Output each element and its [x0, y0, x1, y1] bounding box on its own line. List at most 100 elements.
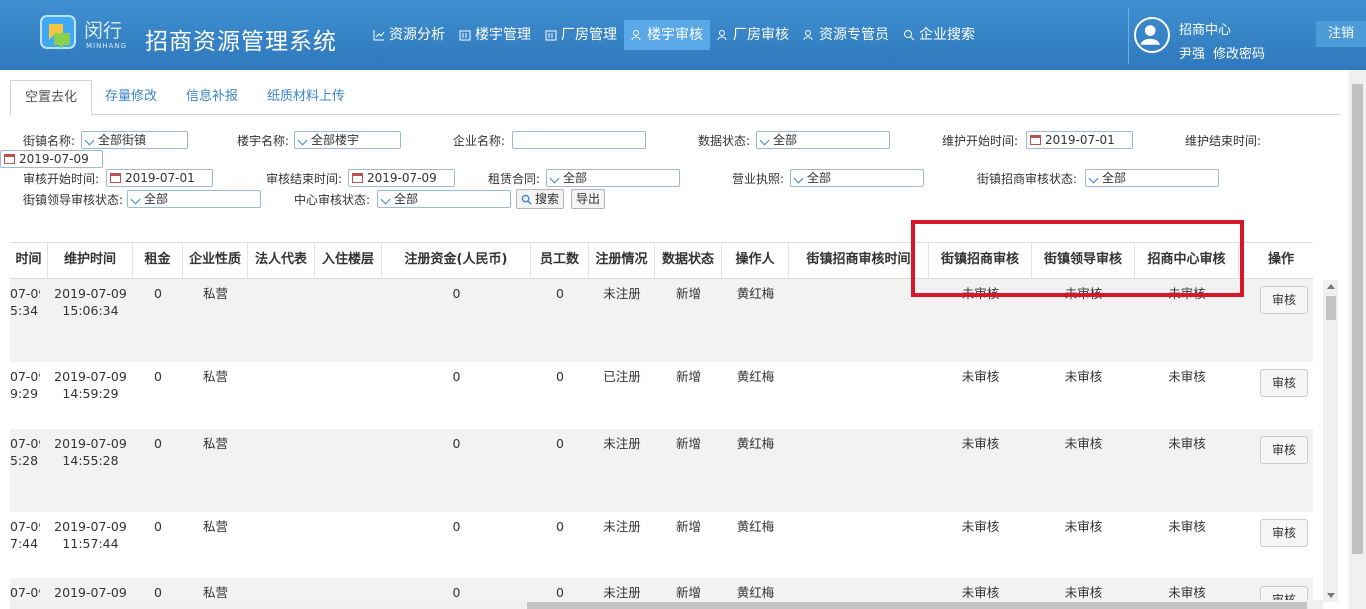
col-registration[interactable]: 注册情况 — [589, 243, 655, 279]
col-data-status[interactable]: 数据状态 — [655, 243, 722, 279]
maint-start-date[interactable]: 2019-07-01 — [1026, 131, 1133, 149]
audit-button[interactable]: 审核 — [1260, 436, 1308, 464]
nav-resource-analysis[interactable]: 资源分析 — [366, 20, 452, 50]
nav-factory-management[interactable]: 厂房管理 — [538, 20, 624, 50]
company-input[interactable] — [512, 131, 646, 149]
nav-building-management[interactable]: 楼宇管理 — [452, 20, 538, 50]
street-invest-audit-select[interactable]: 全部 — [1085, 169, 1219, 187]
data-status-select[interactable]: 全部 — [756, 131, 890, 149]
cell-data-status: 新增 — [675, 585, 701, 600]
nav-building-audit[interactable]: 楼宇审核 — [624, 20, 710, 50]
cell-staff: 0 — [556, 519, 564, 534]
cell-nature: 私营 — [202, 369, 228, 384]
cell-street-leader-audit: 未审核 — [1064, 585, 1103, 600]
cell-data-status: 新增 — [675, 519, 701, 534]
table-row: 07-09 2019-07-09 0 私营 0 0 未注册 新增 黄红梅 未审核… — [10, 578, 1313, 600]
cell-registration: 未注册 — [603, 436, 641, 451]
search-icon — [521, 194, 532, 205]
cell-rent: 0 — [154, 519, 162, 534]
center-audit-label: 中心审核状态: — [294, 193, 371, 207]
company-label: 企业名称: — [453, 134, 506, 148]
cell-street-invest-audit: 未审核 — [961, 436, 1000, 451]
calendar-icon — [1030, 135, 1041, 145]
center-audit-select[interactable]: 全部 — [377, 190, 511, 208]
table-scrollbar-thumb[interactable] — [1326, 296, 1336, 320]
cell-center-audit: 未审核 — [1168, 369, 1206, 384]
col-time[interactable]: 时间 — [10, 243, 48, 279]
col-operator[interactable]: 操作人 — [722, 243, 789, 279]
scroll-down-icon[interactable] — [1327, 593, 1335, 598]
cell-data-status: 新增 — [675, 369, 701, 384]
audit-end-date[interactable]: 2019-07-09 — [348, 169, 455, 187]
audit-button[interactable]: 审核 — [1260, 519, 1308, 547]
audit-end-value: 2019-07-09 — [367, 171, 437, 185]
col-action[interactable]: 操作 — [1239, 243, 1313, 279]
tab-paper-upload[interactable]: 纸质材料上传 — [253, 80, 359, 116]
tab-vacancy[interactable]: 空置去化 — [10, 80, 93, 116]
cell-capital: 0 — [452, 519, 461, 534]
nav-company-search[interactable]: 企业搜索 — [896, 20, 982, 50]
table-row: 07-095:28 2019-07-0914:55:28 0 私营 0 0 未注… — [10, 429, 1313, 512]
col-nature[interactable]: 企业性质 — [183, 243, 248, 279]
export-button[interactable]: 导出 — [571, 189, 606, 209]
nav-label: 资源专管员 — [819, 27, 889, 43]
cell-time: 07-095:34 — [10, 286, 40, 318]
cell-registration: 未注册 — [603, 519, 641, 534]
license-select[interactable]: 全部 — [790, 169, 924, 187]
search-icon — [904, 30, 915, 41]
search-button[interactable]: 搜索 — [516, 189, 565, 209]
col-capital[interactable]: 注册资金(人民币) — [382, 243, 531, 279]
tab-stock-edit[interactable]: 存量修改 — [91, 80, 171, 116]
cell-nature: 私营 — [202, 585, 228, 600]
col-rent[interactable]: 租金 — [133, 243, 183, 279]
table-horizontal-scrollbar[interactable] — [10, 600, 1323, 609]
audit-button[interactable]: 审核 — [1260, 286, 1308, 314]
top-header: 闵行 MINHANG 招商资源管理系统 资源分析 楼宇管理 厂房管理 楼宇审核 … — [0, 0, 1366, 70]
cell-time: 07-09 — [10, 585, 40, 600]
table-vertical-scrollbar[interactable] — [1323, 280, 1338, 602]
col-floor[interactable]: 入住楼层 — [315, 243, 382, 279]
cell-registration: 已注册 — [603, 369, 641, 384]
street-select[interactable]: 全部街镇 — [81, 131, 188, 149]
cell-street-invest-audit: 未审核 — [961, 369, 1000, 384]
nav-resource-manager[interactable]: 资源专管员 — [796, 20, 896, 50]
cell-staff: 0 — [556, 436, 564, 451]
col-maint-time[interactable]: 维护时间 — [48, 243, 133, 279]
cell-maint-time: 2019-07-09 — [54, 585, 127, 600]
nav-factory-audit[interactable]: 厂房审核 — [710, 20, 796, 50]
nav-label: 资源分析 — [389, 27, 445, 43]
factory-icon — [545, 30, 557, 41]
maint-end-date[interactable]: 2019-07-09 — [0, 150, 103, 168]
street-leader-audit-select[interactable]: 全部 — [127, 190, 261, 208]
cell-operator: 黄红梅 — [736, 519, 775, 534]
col-street-invest-time[interactable]: 街镇招商审核时间 — [789, 243, 929, 279]
logout-button[interactable]: 注销 — [1316, 21, 1366, 47]
scroll-up-icon[interactable] — [1327, 284, 1335, 289]
cell-rent: 0 — [154, 585, 162, 600]
cell-data-status: 新增 — [675, 286, 701, 301]
cell-street-leader-audit: 未审核 — [1064, 519, 1103, 534]
cell-nature: 私营 — [202, 519, 228, 534]
audit-button[interactable]: 审核 — [1260, 369, 1308, 397]
cell-center-audit: 未审核 — [1168, 436, 1206, 451]
col-staff[interactable]: 员工数 — [531, 243, 589, 279]
data-status-label: 数据状态: — [698, 134, 751, 148]
audit-button[interactable]: 审核 — [1260, 586, 1308, 600]
nav-label: 厂房管理 — [561, 27, 617, 43]
lease-select[interactable]: 全部 — [546, 169, 680, 187]
audit-start-value: 2019-07-01 — [125, 171, 195, 185]
col-legal-rep[interactable]: 法人代表 — [248, 243, 315, 279]
tab-info-supplement[interactable]: 信息补报 — [172, 80, 252, 116]
building-label: 楼宇名称: — [237, 134, 290, 148]
maint-end-value: 2019-07-09 — [19, 152, 89, 166]
cell-nature: 私营 — [202, 436, 228, 451]
cell-maint-time: 2019-07-09 14:55:28 — [54, 436, 127, 468]
maint-start-value: 2019-07-01 — [1045, 133, 1115, 147]
main-nav: 资源分析 楼宇管理 厂房管理 楼宇审核 厂房审核 资源专管员 企业搜索 — [366, 20, 982, 50]
building-select[interactable]: 全部楼宇 — [294, 131, 401, 149]
table-hscroll-thumb[interactable] — [527, 602, 1307, 609]
cell-time: 07-095:28 — [10, 436, 40, 468]
calendar-icon — [352, 173, 363, 183]
change-password-link[interactable]: 修改密码 — [1213, 43, 1265, 62]
audit-start-date[interactable]: 2019-07-01 — [106, 169, 213, 187]
